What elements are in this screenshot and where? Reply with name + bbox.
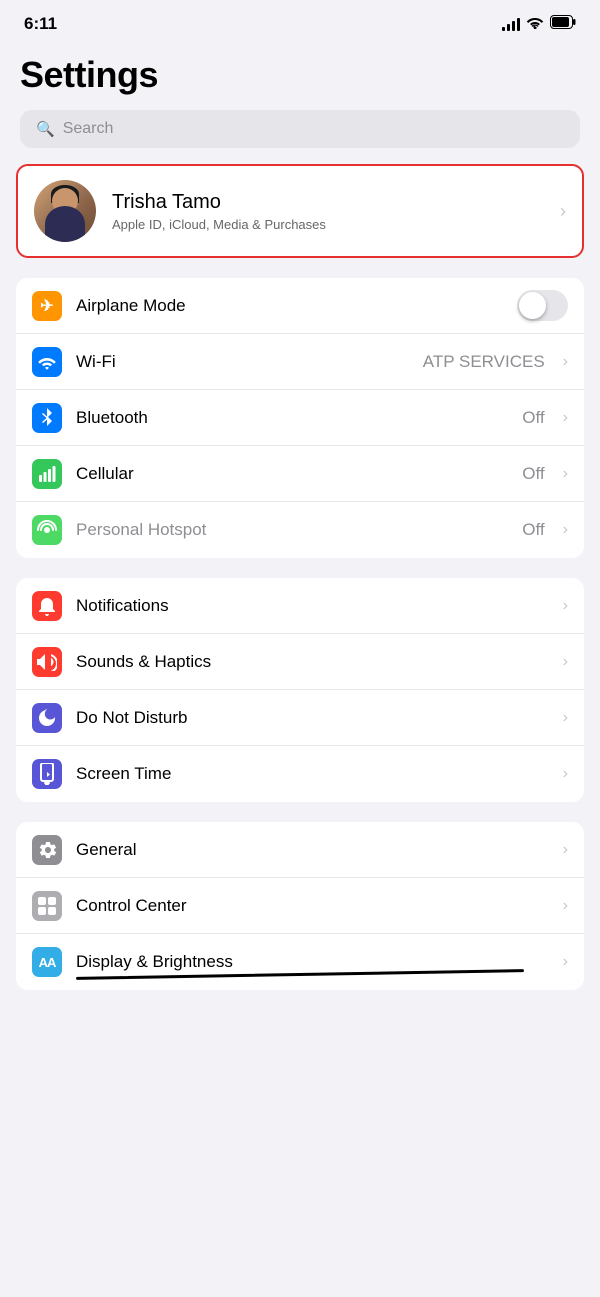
cellular-value: Off bbox=[522, 464, 544, 484]
status-icons bbox=[502, 15, 576, 34]
battery-icon bbox=[550, 15, 576, 34]
search-bar[interactable]: 🔍 Search bbox=[20, 110, 580, 148]
search-placeholder: Search bbox=[63, 120, 114, 138]
sounds-icon bbox=[32, 647, 62, 677]
notifications-icon bbox=[32, 591, 62, 621]
notifications-group: Notifications › Sounds & Haptics › Do No… bbox=[16, 578, 584, 802]
profile-row[interactable]: Trisha Tamo Apple ID, iCloud, Media & Pu… bbox=[18, 166, 582, 256]
control-center-label: Control Center bbox=[76, 896, 549, 916]
display-icon: AA bbox=[32, 947, 62, 977]
cellular-row[interactable]: Cellular Off › bbox=[16, 446, 584, 502]
airplane-mode-icon: ✈ bbox=[32, 291, 62, 321]
wifi-row[interactable]: Wi-Fi ATP SERVICES › bbox=[16, 334, 584, 390]
screen-time-chevron: › bbox=[563, 765, 568, 783]
screen-time-label: Screen Time bbox=[76, 764, 549, 784]
notifications-label: Notifications bbox=[76, 596, 549, 616]
status-bar: 6:11 bbox=[0, 0, 600, 42]
general-row[interactable]: General › bbox=[16, 822, 584, 878]
display-row[interactable]: AA Display & Brightness › bbox=[16, 934, 584, 990]
general-chevron: › bbox=[563, 841, 568, 859]
sounds-label: Sounds & Haptics bbox=[76, 652, 549, 672]
bluetooth-row[interactable]: Bluetooth Off › bbox=[16, 390, 584, 446]
cellular-chevron: › bbox=[563, 465, 568, 483]
wifi-label: Wi-Fi bbox=[76, 352, 409, 372]
signal-icon bbox=[502, 17, 520, 31]
wifi-chevron: › bbox=[563, 353, 568, 371]
general-icon bbox=[32, 835, 62, 865]
airplane-mode-label: Airplane Mode bbox=[76, 296, 503, 316]
bluetooth-value: Off bbox=[522, 408, 544, 428]
airplane-mode-toggle[interactable] bbox=[517, 290, 568, 321]
search-icon: 🔍 bbox=[36, 120, 55, 138]
wifi-settings-icon bbox=[32, 347, 62, 377]
profile-info: Trisha Tamo Apple ID, iCloud, Media & Pu… bbox=[112, 191, 544, 232]
connectivity-group: ✈ Airplane Mode Wi-Fi ATP SERVICES › Blu… bbox=[16, 278, 584, 558]
sounds-chevron: › bbox=[563, 653, 568, 671]
hotspot-label: Personal Hotspot bbox=[76, 520, 508, 540]
cellular-icon bbox=[32, 459, 62, 489]
hotspot-icon bbox=[32, 515, 62, 545]
notifications-row[interactable]: Notifications › bbox=[16, 578, 584, 634]
screen-time-row[interactable]: Screen Time › bbox=[16, 746, 584, 802]
general-label: General bbox=[76, 840, 549, 860]
bluetooth-icon bbox=[32, 403, 62, 433]
avatar bbox=[34, 180, 96, 242]
dnd-chevron: › bbox=[563, 709, 568, 727]
hotspot-row[interactable]: Personal Hotspot Off › bbox=[16, 502, 584, 558]
hotspot-value: Off bbox=[522, 520, 544, 540]
dnd-label: Do Not Disturb bbox=[76, 708, 549, 728]
profile-name: Trisha Tamo bbox=[112, 191, 544, 214]
cellular-label: Cellular bbox=[76, 464, 508, 484]
airplane-mode-row[interactable]: ✈ Airplane Mode bbox=[16, 278, 584, 334]
profile-section[interactable]: Trisha Tamo Apple ID, iCloud, Media & Pu… bbox=[16, 164, 584, 258]
control-center-row[interactable]: Control Center › bbox=[16, 878, 584, 934]
page-title: Settings bbox=[20, 54, 580, 96]
dnd-row[interactable]: Do Not Disturb › bbox=[16, 690, 584, 746]
dnd-icon bbox=[32, 703, 62, 733]
screen-time-icon bbox=[32, 759, 62, 789]
bluetooth-chevron: › bbox=[563, 409, 568, 427]
wifi-icon bbox=[526, 15, 544, 34]
hotspot-chevron: › bbox=[563, 521, 568, 539]
profile-chevron: › bbox=[560, 201, 566, 222]
display-chevron: › bbox=[563, 953, 568, 971]
control-center-icon bbox=[32, 891, 62, 921]
sounds-row[interactable]: Sounds & Haptics › bbox=[16, 634, 584, 690]
header: Settings bbox=[0, 42, 600, 104]
system-group: General › Control Center › AA Display & … bbox=[16, 822, 584, 990]
profile-subtitle: Apple ID, iCloud, Media & Purchases bbox=[112, 217, 544, 232]
control-center-chevron: › bbox=[563, 897, 568, 915]
status-time: 6:11 bbox=[24, 14, 57, 34]
bluetooth-label: Bluetooth bbox=[76, 408, 508, 428]
notifications-chevron: › bbox=[563, 597, 568, 615]
search-container: 🔍 Search bbox=[0, 104, 600, 164]
wifi-value: ATP SERVICES bbox=[423, 352, 545, 372]
